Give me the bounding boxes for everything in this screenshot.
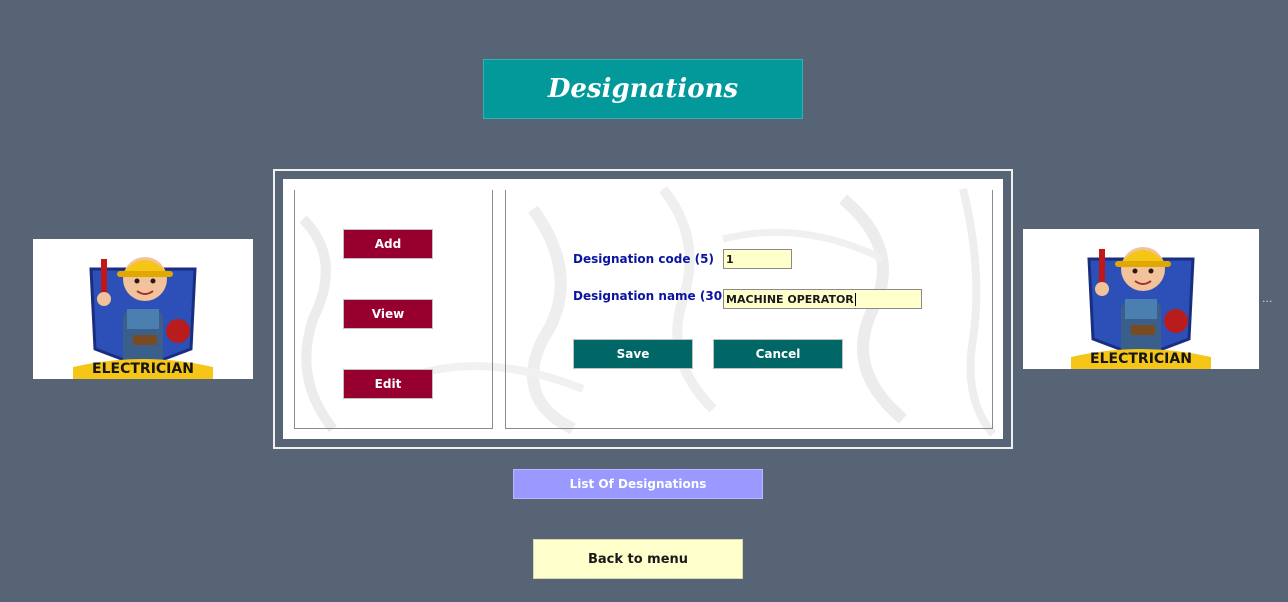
electrician-caption-left: ELECTRICIAN xyxy=(92,361,194,377)
save-button[interactable]: Save xyxy=(573,339,693,369)
designation-code-value: 1 xyxy=(726,252,734,266)
title-banner: Designations xyxy=(483,59,803,119)
view-button[interactable]: View xyxy=(343,299,433,329)
page-title: Designations xyxy=(547,74,739,104)
designation-code-label: Designation code (5) xyxy=(573,252,714,266)
designation-name-input[interactable]: MACHINE OPERATOR xyxy=(723,289,922,309)
electrician-illustration-icon xyxy=(73,257,213,379)
details-section xyxy=(505,190,993,429)
edit-button[interactable]: Edit xyxy=(343,369,433,399)
electrician-image-right: ELECTRICIAN xyxy=(1023,229,1259,369)
cancel-button[interactable]: Cancel xyxy=(713,339,843,369)
add-button[interactable]: Add xyxy=(343,229,433,259)
text-cursor xyxy=(854,292,856,306)
electrician-illustration-icon xyxy=(1071,247,1211,369)
designation-code-input[interactable]: 1 xyxy=(723,249,792,269)
electrician-image-left: ELECTRICIAN xyxy=(33,239,253,379)
designation-name-label: Designation name (30) xyxy=(573,289,728,303)
list-of-designations-button[interactable]: List Of Designations xyxy=(513,469,763,499)
electrician-caption-right: ELECTRICIAN xyxy=(1090,351,1192,367)
overflow-marker: ... xyxy=(1262,292,1273,305)
back-to-menu-button[interactable]: Back to menu xyxy=(533,539,743,579)
designation-name-value: MACHINE OPERATOR xyxy=(726,292,854,306)
